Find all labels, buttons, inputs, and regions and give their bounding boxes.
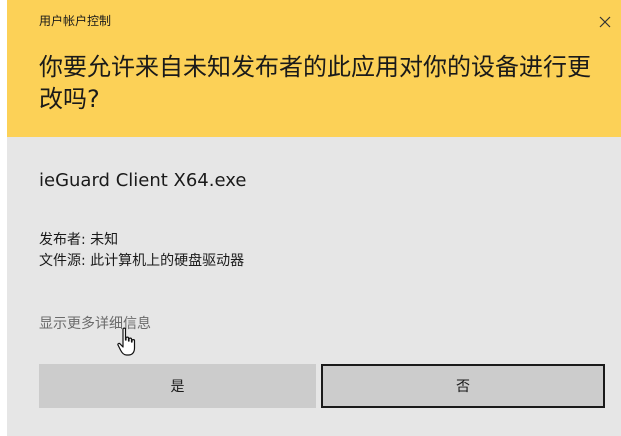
screen: 用户帐户控制 你要允许来自未知发布者的此应用对你的设备进行更改吗? ieGuar…: [0, 0, 621, 436]
publisher-info: 发布者: 未知: [39, 232, 119, 248]
file-source-info: 文件源: 此计算机上的硬盘驱动器: [39, 253, 245, 269]
dialog-title: 用户帐户控制: [39, 14, 112, 28]
close-button[interactable]: [593, 10, 617, 34]
uac-dialog: 用户帐户控制 你要允许来自未知发布者的此应用对你的设备进行更改吗? ieGuar…: [7, 0, 621, 436]
close-icon: [599, 16, 611, 28]
yes-button[interactable]: 是: [39, 364, 316, 408]
app-name: ieGuard Client X64.exe: [39, 170, 247, 191]
consent-question: 你要允许来自未知发布者的此应用对你的设备进行更改吗?: [39, 53, 591, 113]
no-button[interactable]: 否: [321, 364, 605, 408]
dialog-header: 用户帐户控制 你要允许来自未知发布者的此应用对你的设备进行更改吗?: [7, 0, 621, 137]
hand-pointer-cursor-icon: [117, 327, 136, 356]
